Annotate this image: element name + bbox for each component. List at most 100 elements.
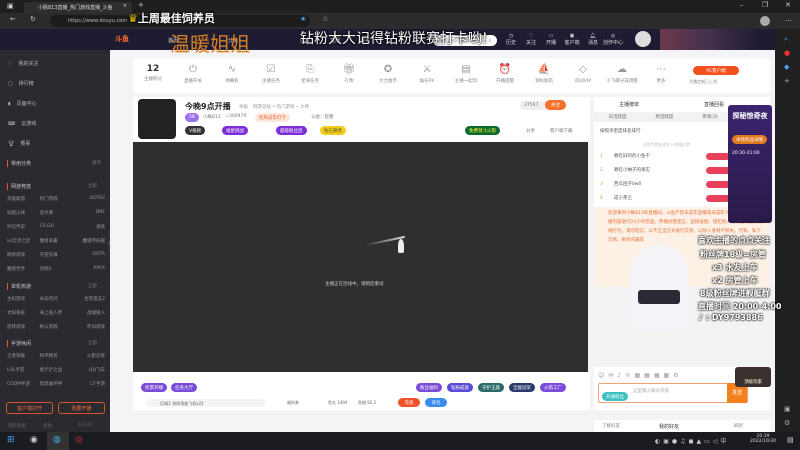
category-link[interactable]: 魔兽怀旧服 (72, 238, 106, 244)
sidebar-toggle-icon[interactable]: ▣ (784, 405, 791, 413)
category-link[interactable]: 守望先锋 (40, 252, 73, 258)
event-ad[interactable]: 探秘惊奇夜 20:30-21:00 本场奖品详情 (728, 105, 772, 223)
category-link[interactable]: 怀旧游戏 (72, 324, 105, 330)
toolbar-item[interactable]: ⎘ 星海任务 (290, 64, 330, 84)
gift-activity-icon[interactable]: 火箭工厂 (540, 383, 566, 392)
category-link[interactable]: 战魂铭人 (72, 310, 105, 316)
free-rocket-button[interactable]: 免费领:1火箭 (465, 126, 500, 135)
tab-actions-icon[interactable]: ▣ (7, 2, 14, 10)
v-rank-pill[interactable]: V排榜 (185, 126, 206, 135)
recharge-button[interactable]: 充值 (398, 398, 420, 407)
chat-input-box[interactable]: 开通粉丝 这里输入聊天内容 发送 (598, 383, 748, 403)
obs-icon[interactable]: ◎ (75, 435, 83, 445)
expand-link[interactable]: 展开 (92, 160, 101, 166)
collections-icon[interactable]: ☆ (322, 15, 328, 23)
site-logo[interactable]: 斗鱼 (115, 34, 129, 44)
add-icon[interactable]: + (784, 77, 790, 85)
toolbar-item[interactable]: ✪ 大力金币 (368, 64, 408, 84)
sidebar-item-following[interactable]: ♡ 我的关注 (8, 60, 39, 68)
category-link[interactable]: DOTA2 (72, 196, 105, 202)
refresh-friends[interactable]: 刷新 (734, 423, 743, 429)
friends-help[interactable]: 了解好友 (602, 423, 620, 429)
user-avatar[interactable] (635, 31, 651, 47)
category-link[interactable]: APEX (72, 266, 105, 272)
toolbar-item[interactable]: ∿ 弹幕机 (212, 64, 252, 84)
checkin-badge[interactable]: 吃鸡去年打卡 (255, 113, 290, 122)
category-link[interactable]: 网易游戏 (7, 252, 40, 258)
tab-vip[interactable]: 贵宾(3) (702, 114, 717, 122)
category-link[interactable]: 逆转游戏 (7, 324, 40, 330)
category-link[interactable]: 生死狙击2 (72, 296, 105, 302)
category-link[interactable]: 炉石传说 (7, 224, 40, 230)
toolbar-item[interactable]: ⛵ 领机助航 (524, 64, 564, 84)
activity-icon[interactable]: 抢票开播 (141, 383, 167, 392)
pc-client-button[interactable]: PC客户端 (693, 66, 739, 75)
toolbar-item[interactable]: ☑ 主播任务 (251, 64, 291, 84)
open-client-button[interactable]: 客户端打开 (6, 402, 53, 414)
category-link[interactable]: CF手游 (72, 381, 105, 387)
history-button[interactable]: ◷ 历史 (503, 33, 519, 46)
more-icon[interactable]: … (785, 15, 792, 23)
category-link[interactable]: 逆水寒 (40, 210, 73, 216)
streamer-rank-tab[interactable]: 主播榜单 (619, 101, 639, 108)
activity-icon[interactable]: 任务大厅 (171, 383, 197, 392)
category-link[interactable]: DOTA (72, 252, 106, 258)
toolbar-item[interactable]: ⋯ 更多 (641, 64, 681, 84)
start-live-button[interactable]: 我要开播 (58, 402, 105, 414)
start-icon[interactable]: ⊞ (7, 435, 15, 445)
toolbar-item[interactable]: ⏰ 开播提醒 (485, 64, 525, 84)
messages-button[interactable]: 🔔︎ 消息 (585, 33, 601, 46)
category-link[interactable]: LOL手游 (7, 367, 40, 373)
sidebar-item-ranking[interactable]: ▢ 排行榜 (8, 80, 34, 88)
category-link[interactable]: 海上强人弃 (40, 310, 73, 316)
room-category[interactable]: 网游竞技 • 热门游戏 • 大神 (253, 104, 309, 110)
category-link[interactable]: 英雄联盟 (7, 196, 40, 202)
diamond-pill[interactable]: 钻石尊贵 (320, 126, 346, 135)
search-icon[interactable]: ⌕ (488, 38, 491, 44)
category-link[interactable]: QQ飞车 (72, 367, 105, 373)
super-fans-pill[interactable]: 超级粉丝团 (276, 126, 307, 135)
backpack-button[interactable]: 背包 (425, 398, 447, 407)
profile-avatar[interactable] (760, 16, 770, 26)
new-tab-icon[interactable]: + (138, 1, 144, 9)
toolbar-item[interactable]: ⏻ 直播开关 (173, 64, 213, 84)
event-ad-button[interactable]: 本场奖品详情 (732, 135, 767, 144)
toolbar-item[interactable]: ▤ 主播一起玩 (446, 64, 486, 84)
client-button[interactable]: ▣ 客户端 (563, 33, 581, 46)
maximize-icon[interactable]: ❐ (762, 1, 768, 9)
sidebar-item-cloud-game[interactable]: ⌨ 云游戏 (8, 120, 36, 128)
gift-activity-icon[interactable]: 钻粉成就 (447, 383, 473, 392)
all-link[interactable]: 全部 (88, 340, 97, 346)
steam-icon[interactable]: ◉ (30, 435, 38, 445)
broadcast-button[interactable]: ▭ 开播 (543, 33, 559, 46)
share-button[interactable]: 分享 (526, 128, 535, 134)
all-link[interactable]: 全部 (88, 183, 97, 189)
toolbar-item[interactable]: ◇ 房间VIP (563, 64, 603, 84)
category-link[interactable]: 暗黑破坏神 (40, 381, 73, 387)
category-link[interactable]: 王者荣耀 (7, 353, 40, 359)
replay-tab[interactable]: 直播回看 (704, 101, 724, 108)
toolbar-item[interactable]: ⚔ 娱乐PK (407, 64, 447, 84)
fan-club-button[interactable]: 开通粉丝 (602, 392, 628, 401)
refresh-icon[interactable]: ↻ (30, 15, 36, 23)
footer-privacy[interactable]: 隐私政策 (8, 423, 26, 429)
category-link[interactable]: 魔兽世界 (7, 266, 40, 272)
footer-help[interactable]: 帮助 (43, 423, 52, 429)
report-link[interactable]: 举报 (239, 104, 248, 110)
notification-icon[interactable]: ▤ (787, 436, 794, 444)
category-link[interactable]: 穿越火线 (7, 210, 40, 216)
toolbar-item[interactable]: ☁ 小飞碟分成调整 (602, 64, 642, 84)
sidebar-item-page-center[interactable]: ◖ 页面中心 (8, 100, 37, 108)
creator-center-button[interactable]: ◎ 创作中心 (603, 33, 623, 46)
category-link[interactable]: lol云顶之弈 (7, 238, 40, 244)
favorite-icon[interactable]: ★ (300, 15, 306, 23)
edge-taskbar-active[interactable]: ◍ (47, 432, 69, 450)
category-link[interactable]: 永劫无间 (40, 296, 73, 302)
browser-tab[interactable]: 小脉813直播_热门游戏直播_斗鱼 × (24, 2, 132, 13)
tab-daily[interactable]: 日活跃度 (608, 114, 626, 122)
office-icon[interactable]: ● (784, 49, 790, 57)
welfare-link[interactable]: 福利券 (287, 400, 299, 406)
client-download-button[interactable]: 客户端下载 (550, 128, 573, 134)
category-link[interactable]: 道具 (72, 224, 105, 230)
toolbar-item[interactable]: 🎁︎ 礼物 (329, 64, 369, 84)
